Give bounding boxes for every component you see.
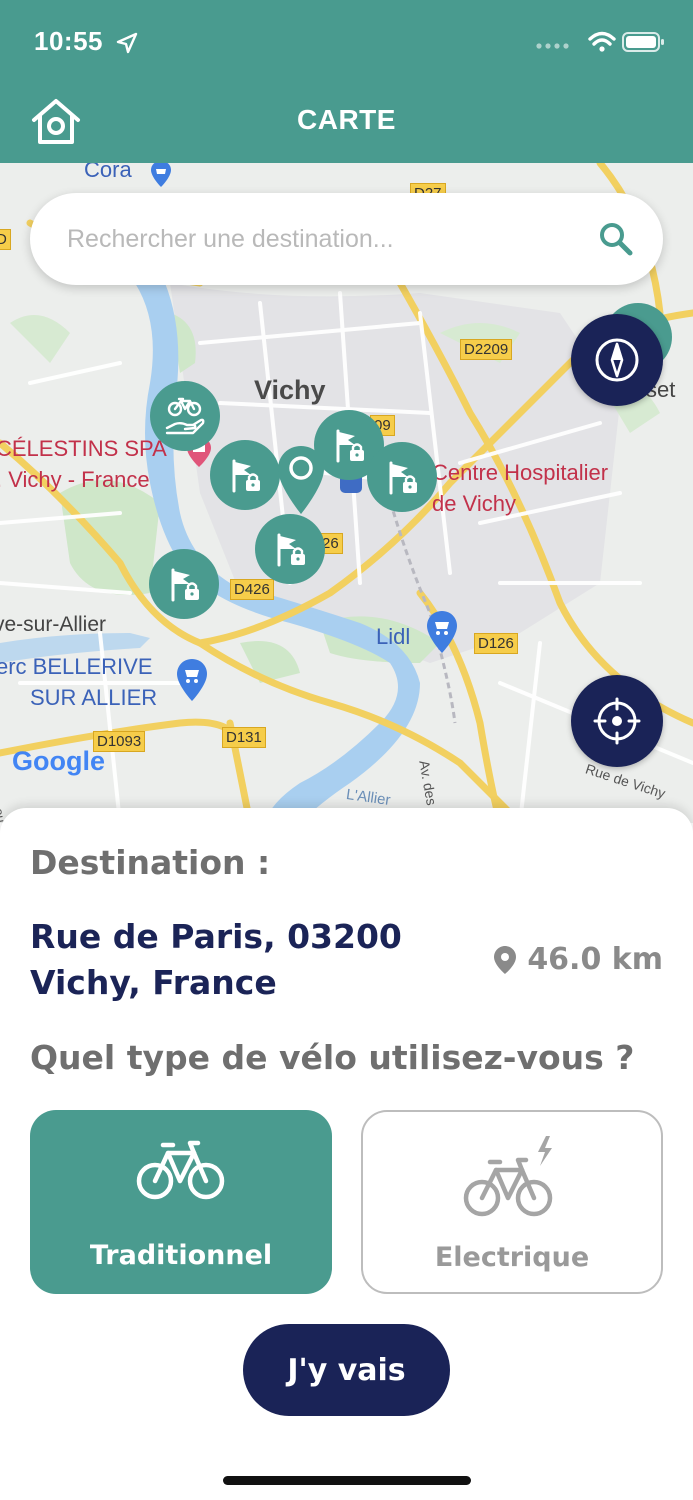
destination-pin[interactable] (276, 444, 326, 516)
map-label-hospital: de Vichy (432, 491, 516, 516)
flag-lock-icon (336, 429, 364, 463)
page-title: CARTE (297, 104, 396, 135)
road-label: D426 (230, 579, 274, 600)
wifi-icon (588, 31, 616, 52)
flag-lock-icon (171, 568, 199, 602)
google-logo: Google (12, 746, 105, 776)
map-label-celestins: CÉLESTINS SPA (0, 436, 167, 461)
bike-rental-marker[interactable] (150, 381, 220, 451)
flag-lock-icon (277, 533, 305, 567)
distance-info: 46.0 km (493, 942, 663, 977)
signal-icon (536, 43, 569, 49)
shopping-cart-icon (146, 163, 176, 189)
bike-type-question: Quel type de vélo utilisez-vous ? (30, 1038, 635, 1077)
station-locked-marker[interactable] (255, 514, 325, 584)
search-bar (30, 193, 663, 285)
search-icon[interactable] (597, 220, 635, 258)
map-label-vichy: Vichy (254, 375, 326, 405)
destination-address: Rue de Paris, 03200 Vichy, France (30, 914, 450, 1006)
recenter-button[interactable] (571, 675, 663, 767)
address-line: Vichy, France (30, 963, 277, 1002)
road-label: D (0, 229, 11, 250)
crosshair-icon (593, 697, 641, 745)
map-label-hospital: Centre Hospitalier (432, 460, 609, 485)
search-input[interactable] (67, 221, 587, 257)
flag-lock-icon (389, 461, 417, 495)
station-locked-marker[interactable] (367, 442, 437, 512)
bike-hand-icon (165, 397, 205, 435)
bike-option-label: Traditionnel (89, 1240, 273, 1271)
road-label: D126 (474, 633, 518, 654)
electric-bicycle-icon (463, 1136, 553, 1217)
destination-sheet: Destination : Rue de Paris, 03200 Vichy,… (0, 808, 693, 1500)
bike-option-traditional[interactable]: Traditionnel (30, 1110, 332, 1294)
destination-label: Destination : (30, 843, 271, 882)
location-pin-icon (494, 945, 517, 974)
status-icons (536, 31, 664, 52)
map-label-bellerive: ve-sur-Allier (0, 613, 107, 636)
map-pin-icon (278, 446, 324, 514)
bike-option-electric[interactable]: Electrique (361, 1110, 663, 1294)
station-locked-marker[interactable] (210, 440, 280, 510)
location-arrow-icon (116, 32, 138, 54)
address-line: Rue de Paris, 03200 (30, 917, 402, 956)
map-label-cora: Cora (84, 163, 132, 182)
map-label-leclerc: erc BELLERIVE (0, 654, 153, 679)
bicycle-icon (136, 1140, 225, 1200)
status-time: 10:55 (34, 26, 103, 56)
bike-option-label: Electrique (434, 1242, 590, 1273)
go-button[interactable]: J'y vais (243, 1324, 450, 1416)
station-locked-marker[interactable] (149, 549, 219, 619)
battery-icon (622, 32, 664, 52)
compass-icon (595, 338, 639, 382)
compass-button[interactable] (571, 314, 663, 406)
map-label-celestins: . Vichy - France (0, 467, 150, 492)
map-label-leclerc: SUR ALLIER (30, 685, 158, 710)
road-label: D2209 (460, 339, 513, 360)
flag-lock-icon (232, 459, 260, 493)
road-label: D131 (222, 727, 266, 748)
distance-value: 46.0 km (527, 942, 663, 977)
shopping-pin-icon (424, 609, 460, 655)
map-label-lidl: Lidl (376, 624, 411, 649)
app-header: 10:55 CARTE (0, 0, 693, 163)
home-indicator[interactable] (223, 1476, 471, 1485)
shopping-pin-icon (174, 657, 210, 703)
